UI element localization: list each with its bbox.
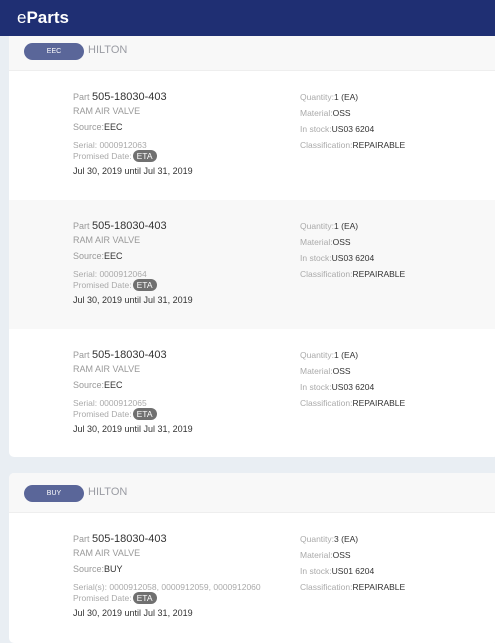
source-value: EEC bbox=[104, 251, 123, 261]
source-label: Source: bbox=[73, 380, 105, 390]
quantity-label: Quantity: bbox=[300, 92, 335, 102]
in-stock-value: US03 6204 bbox=[331, 253, 375, 263]
part-item[interactable]: Part 505-18030-403 RAM AIR VALVE Source:… bbox=[9, 329, 495, 457]
classification-value: REPAIRABLE bbox=[352, 398, 406, 408]
serial: Serial: 0000912065 bbox=[73, 398, 147, 408]
part-number: 505-18030-403 bbox=[92, 533, 167, 545]
serial: Serial: 0000912063 bbox=[73, 140, 147, 150]
source-badge[interactable]: BUY bbox=[24, 485, 84, 502]
material-label: Material: bbox=[300, 237, 333, 247]
in-stock-value: US03 6204 bbox=[331, 124, 375, 134]
material-value: OSS bbox=[332, 108, 351, 118]
part-name: RAM AIR VALVE bbox=[73, 548, 141, 558]
in-stock-label: In stock: bbox=[300, 253, 332, 263]
source-label: Source: bbox=[73, 564, 105, 574]
classification-value: REPAIRABLE bbox=[352, 140, 406, 150]
source-badge[interactable]: EEC bbox=[24, 43, 84, 60]
source-label: Source: bbox=[73, 122, 105, 132]
source-value: EEC bbox=[104, 122, 123, 132]
part-label: Part bbox=[73, 221, 93, 231]
promised-label: Promised Date: bbox=[73, 593, 132, 603]
eta-badge[interactable]: ETA bbox=[132, 150, 157, 162]
classification-label: Classification: bbox=[300, 398, 353, 408]
app-logo: Parts bbox=[26, 8, 69, 27]
location-label: HILTON bbox=[88, 486, 128, 498]
material-value: OSS bbox=[332, 366, 351, 376]
promised-label: Promised Date: bbox=[73, 151, 132, 161]
eta-badge[interactable]: ETA bbox=[132, 592, 157, 604]
serial: Serial(s): 0000912058, 0000912059, 00009… bbox=[73, 582, 261, 592]
part-label: Part bbox=[73, 534, 93, 544]
quantity-value: 1 (EA) bbox=[334, 350, 359, 360]
promised-label: Promised Date: bbox=[73, 409, 132, 419]
part-number: 505-18030-403 bbox=[92, 349, 167, 361]
date-range: Jul 30, 2019 until Jul 31, 2019 bbox=[73, 424, 193, 434]
in-stock-value: US01 6204 bbox=[331, 566, 375, 576]
material-value: OSS bbox=[332, 550, 351, 560]
in-stock-label: In stock: bbox=[300, 566, 332, 576]
source-value: BUY bbox=[104, 564, 123, 574]
group-header: BUY HILTON bbox=[9, 473, 495, 513]
part-name: RAM AIR VALVE bbox=[73, 106, 141, 116]
app-header: eParts bbox=[0, 0, 495, 36]
quantity-value: 3 (EA) bbox=[334, 534, 359, 544]
source-value: EEC bbox=[104, 380, 123, 390]
quantity-label: Quantity: bbox=[300, 221, 335, 231]
promised-label: Promised Date: bbox=[73, 280, 132, 290]
location-label: HILTON bbox=[88, 44, 128, 56]
date-range: Jul 30, 2019 until Jul 31, 2019 bbox=[73, 608, 193, 618]
quantity-label: Quantity: bbox=[300, 350, 335, 360]
part-number: 505-18030-403 bbox=[92, 220, 167, 232]
classification-label: Classification: bbox=[300, 582, 353, 592]
eta-badge[interactable]: ETA bbox=[132, 279, 157, 291]
group-header: EEC HILTON bbox=[9, 36, 495, 71]
group-card: EEC HILTON Part 505-18030-403 RAM AIR VA… bbox=[9, 36, 495, 457]
classification-value: REPAIRABLE bbox=[352, 269, 406, 279]
material-label: Material: bbox=[300, 108, 333, 118]
in-stock-value: US03 6204 bbox=[331, 382, 375, 392]
material-label: Material: bbox=[300, 550, 333, 560]
date-range: Jul 30, 2019 until Jul 31, 2019 bbox=[73, 166, 193, 176]
source-label: Source: bbox=[73, 251, 105, 261]
group-card: BUY HILTON Part 505-18030-403 RAM AIR VA… bbox=[9, 473, 495, 643]
in-stock-label: In stock: bbox=[300, 382, 332, 392]
quantity-value: 1 (EA) bbox=[334, 221, 359, 231]
date-range: Jul 30, 2019 until Jul 31, 2019 bbox=[73, 295, 193, 305]
eta-badge[interactable]: ETA bbox=[132, 408, 157, 420]
serial: Serial: 0000912064 bbox=[73, 269, 147, 279]
classification-value: REPAIRABLE bbox=[352, 582, 406, 592]
quantity-label: Quantity: bbox=[300, 534, 335, 544]
part-name: RAM AIR VALVE bbox=[73, 364, 141, 374]
material-label: Material: bbox=[300, 366, 333, 376]
quantity-value: 1 (EA) bbox=[334, 92, 359, 102]
classification-label: Classification: bbox=[300, 140, 353, 150]
part-name: RAM AIR VALVE bbox=[73, 235, 141, 245]
part-number: 505-18030-403 bbox=[92, 91, 167, 103]
classification-label: Classification: bbox=[300, 269, 353, 279]
part-item[interactable]: Part 505-18030-403 RAM AIR VALVE Source:… bbox=[9, 200, 495, 329]
in-stock-label: In stock: bbox=[300, 124, 332, 134]
part-item[interactable]: Part 505-18030-403 RAM AIR VALVE Source:… bbox=[9, 513, 495, 642]
material-value: OSS bbox=[332, 237, 351, 247]
part-item[interactable]: Part 505-18030-403 RAM AIR VALVE Source:… bbox=[9, 71, 495, 200]
part-label: Part bbox=[73, 350, 93, 360]
part-label: Part bbox=[73, 92, 93, 102]
